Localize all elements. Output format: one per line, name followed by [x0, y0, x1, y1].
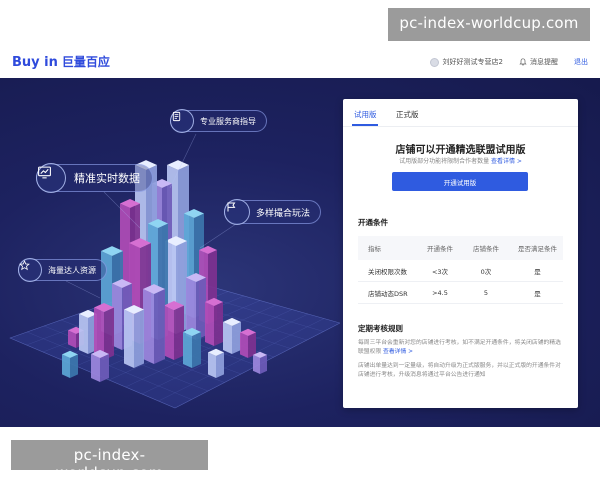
table-header: 开通条件 — [427, 245, 453, 253]
document-icon — [170, 109, 194, 133]
feature-label: 精准实时数据 — [74, 172, 140, 185]
chart-icon — [36, 163, 66, 193]
card-subtitle: 试用版部分功能将限制合作者数量 查看详情 > — [343, 156, 578, 165]
table-cell: 0次 — [480, 267, 492, 276]
table-row: 店铺动态DSR >4.5 5 是 — [358, 282, 563, 304]
header-user-area: 刘好好测试专营店2 消息提醒 退出 — [429, 57, 588, 67]
table-header-row: 指标 开通条件 店铺条件 是否满足条件 — [358, 236, 563, 260]
logout-link[interactable]: 退出 — [574, 57, 588, 67]
flag-icon — [224, 199, 250, 225]
page: pc-index-worldcup.com Buy in 巨量百应 刘好好测试专… — [0, 0, 600, 480]
rule-details-link[interactable]: 查看详情 > — [383, 349, 413, 355]
alliance-card: 试用版 正式版 店铺可以开通精选联盟试用版 试用版部分功能将限制合作者数量 查看… — [343, 99, 578, 408]
feature-realtime-data: 精准实时数据 — [36, 163, 153, 193]
rule-title: 定期考核规则 — [358, 324, 403, 333]
conditions-title: 开通条件 — [358, 218, 388, 227]
tab-formal[interactable]: 正式版 — [396, 109, 419, 120]
hero-banner: 专业服务商指导 精准实时数据 多样撮合玩法 海量达人资源 试用版 正式版 店铺可… — [0, 78, 600, 427]
watermark-bottom: pc-index-worldcup.com — [11, 440, 208, 480]
table-header: 是否满足条件 — [518, 245, 557, 253]
subtitle-text: 试用版部分功能将限制合作者数量 — [399, 158, 490, 165]
open-trial-button[interactable]: 开通试用版 — [392, 172, 528, 191]
feature-label: 多样撮合玩法 — [256, 208, 311, 219]
active-tab-indicator — [352, 124, 378, 126]
message-reminder-link[interactable]: 消息提醒 — [530, 57, 558, 67]
tab-trial[interactable]: 试用版 — [354, 109, 377, 120]
rule-text-1: 每周三平台会重新对您的店铺进行考核，如不满足开通条件，将关闭店铺的精选联盟权限 … — [358, 339, 565, 357]
table-cell: >4.5 — [432, 288, 448, 297]
table-cell: 关闭权限次数 — [368, 267, 407, 276]
rule-text-2: 店铺出单量达到一定量级，将自动升级为正式版服务，并以正式版的开通条件对店铺进行考… — [358, 363, 561, 378]
table-cell: <3次 — [431, 267, 449, 276]
feature-label: 海量达人资源 — [48, 265, 96, 275]
plan-tabs: 试用版 正式版 — [343, 99, 578, 127]
card-title: 店铺可以开通精选联盟试用版 — [395, 145, 526, 156]
data-city-illustration — [9, 133, 340, 409]
conditions-table: 指标 开通条件 店铺条件 是否满足条件 关闭权限次数 <3次 0次 是 店铺动态… — [358, 236, 563, 304]
table-cell: 5 — [483, 288, 489, 297]
table-cell: 是 — [534, 267, 541, 276]
feature-label: 专业服务商指导 — [200, 116, 256, 126]
top-header: Buy in 巨量百应 刘好好测试专营店2 消息提醒 退出 — [0, 50, 600, 78]
logo[interactable]: Buy in 巨量百应 — [12, 53, 110, 70]
avatar[interactable] — [429, 57, 439, 67]
feature-influencer-resources: 海量达人资源 — [18, 258, 107, 282]
store-name[interactable]: 刘好好测试专营店2 — [443, 57, 503, 67]
logo-text-en: Buy in — [12, 55, 58, 70]
feature-matchmaking: 多样撮合玩法 — [224, 199, 322, 225]
view-details-link[interactable]: 查看详情 > — [491, 158, 522, 165]
table-row: 关闭权限次数 <3次 0次 是 — [358, 260, 563, 282]
table-header: 店铺条件 — [473, 245, 499, 253]
logo-text-cn: 巨量百应 — [61, 55, 110, 69]
table-cell: 是 — [534, 289, 541, 298]
table-cell: 店铺动态DSR — [368, 289, 408, 298]
bell-icon — [519, 58, 527, 66]
feature-service-guidance: 专业服务商指导 — [170, 109, 267, 133]
star-icon — [18, 258, 42, 282]
table-header: 指标 — [368, 245, 381, 253]
watermark-top: pc-index-worldcup.com — [388, 8, 590, 41]
